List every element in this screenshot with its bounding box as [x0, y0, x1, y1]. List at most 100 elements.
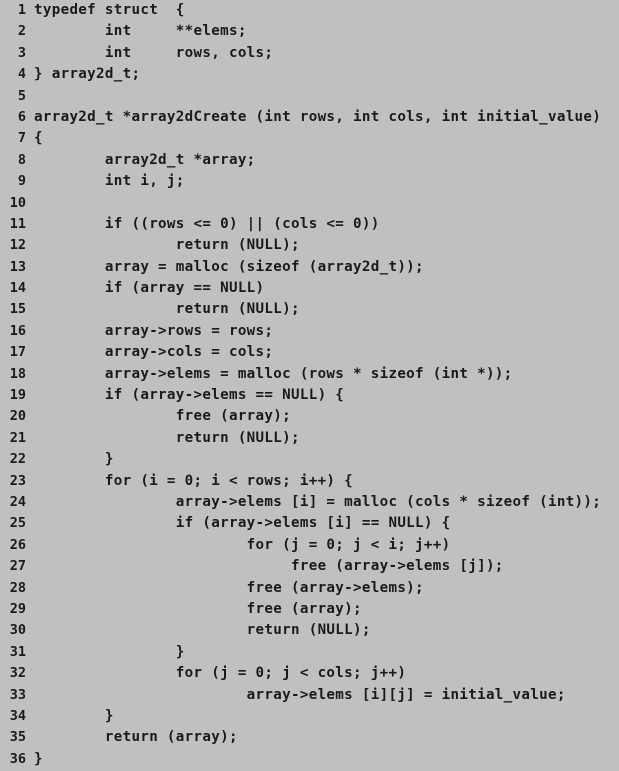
code-line: 3 int rows, cols; [0, 43, 619, 64]
code-line: 21 return (NULL); [0, 428, 619, 449]
code-line: 29 free (array); [0, 599, 619, 620]
code-listing: 1 typedef struct {2 int **elems; 3 int row… [0, 0, 619, 771]
line-text: array->rows = rows; [34, 322, 274, 339]
line-text: return (NULL); [34, 622, 371, 639]
code-line: 25 if (array->elems [i] == NULL) { [0, 513, 619, 534]
line-number: 18 [9, 365, 26, 382]
line-text: array = malloc (sizeof (array2d_t)); [34, 258, 424, 275]
line-number: 14 [9, 280, 26, 297]
line-text: return (NULL); [34, 237, 300, 254]
line-text: typedef struct { [34, 2, 185, 18]
line-text: for (i = 0; i < rows; i++) { [34, 472, 354, 489]
code-line: 6 array2d_t *array2dCreate (int rows, int… [0, 107, 619, 128]
line-text: if (array == NULL) [34, 280, 265, 297]
code-line: 30 return (NULL); [0, 620, 619, 641]
line-text: array->elems = malloc (rows * sizeof (in… [34, 365, 513, 382]
code-line: 7{ [0, 128, 619, 149]
line-text: int **elems; [34, 23, 247, 40]
line-text: int rows, cols; [34, 44, 274, 61]
line-number: 27 [9, 558, 26, 575]
code-line: 1 typedef struct { [0, 0, 619, 21]
line-number: 24 [9, 493, 26, 510]
line-text: int i, j; [34, 173, 185, 190]
line-number: 23 [9, 472, 26, 489]
line-number: 2 [17, 23, 26, 40]
line-text: } array2d_t; [34, 66, 141, 83]
code-line: 24 array->elems [i] = malloc (cols * siz… [0, 492, 619, 513]
line-number: 13 [9, 258, 26, 275]
code-line: 17 array->cols = cols; [0, 342, 619, 363]
line-text: array->elems [i][j] = initial_value; [34, 686, 566, 703]
code-line: 26 for (j = 0; j < i; j++) [0, 535, 619, 556]
line-text: array->cols = cols; [34, 344, 274, 361]
line-number: 12 [9, 237, 26, 254]
line-number: 1 [17, 2, 26, 18]
line-number: 25 [9, 515, 26, 532]
line-text: free (array->elems); [34, 579, 424, 596]
code-line: 31 } [0, 642, 619, 663]
line-text: array2d_t *array2dCreate (int rows, int … [34, 108, 602, 125]
line-text: return (array); [34, 729, 238, 746]
line-text: } [34, 707, 114, 724]
code-line: 22 } [0, 449, 619, 470]
code-line: 12 return (NULL); [0, 235, 619, 256]
line-number: 5 [17, 87, 26, 104]
line-text: if (array->elems == NULL) { [34, 387, 345, 404]
line-number: 10 [9, 194, 26, 211]
line-text: free (array); [34, 408, 291, 425]
line-number: 30 [9, 622, 26, 639]
line-text: array->elems [i] = malloc (cols * sizeof… [34, 493, 602, 510]
line-number: 35 [9, 729, 26, 746]
code-line: 34 } [0, 706, 619, 727]
code-line: 2 int **elems; [0, 21, 619, 42]
line-text: for (j = 0; j < i; j++) [34, 536, 451, 553]
line-number: 8 [17, 151, 26, 168]
code-line: 14 if (array == NULL) [0, 278, 619, 299]
code-line: 20 free (array); [0, 406, 619, 427]
line-text: if ((rows <= 0) || (cols <= 0)) [34, 215, 380, 232]
line-number: 21 [9, 429, 26, 446]
line-number: 3 [17, 44, 26, 61]
line-text: for (j = 0; j < cols; j++) [34, 665, 407, 682]
code-line: 18 array->elems = malloc (rows * sizeof … [0, 364, 619, 385]
line-number: 33 [9, 686, 26, 703]
line-number: 31 [9, 643, 26, 660]
code-line: 11 if ((rows <= 0) || (cols <= 0)) [0, 214, 619, 235]
code-line: 32 for (j = 0; j < cols; j++) [0, 663, 619, 684]
code-line: 33 array->elems [i][j] = initial_value; [0, 685, 619, 706]
code-line: 35 return (array); [0, 727, 619, 748]
code-line: 13 array = malloc (sizeof (array2d_t)); [0, 257, 619, 278]
line-text: array2d_t *array; [34, 151, 256, 168]
line-number: 19 [9, 387, 26, 404]
code-line: 16 array->rows = rows; [0, 321, 619, 342]
line-number: 17 [9, 344, 26, 361]
line-number: 28 [9, 579, 26, 596]
line-number: 22 [9, 451, 26, 468]
code-line: 27 free (array->elems [j]); [0, 556, 619, 577]
code-line: 28 free (array->elems); [0, 578, 619, 599]
code-line: 4 } array2d_t; [0, 64, 619, 85]
line-number: 16 [9, 322, 26, 339]
line-text: return (NULL); [34, 301, 300, 318]
line-text: free (array); [34, 600, 362, 617]
line-text: } [34, 643, 185, 660]
line-number: 6 [17, 108, 26, 125]
line-text: if (array->elems [i] == NULL) { [34, 515, 451, 532]
code-line: 10 [0, 193, 619, 214]
code-line: 15 return (NULL); [0, 299, 619, 320]
line-text: } [34, 451, 114, 468]
line-number: 7 [17, 130, 26, 147]
line-number: 20 [9, 408, 26, 425]
line-number: 36 [9, 750, 26, 767]
code-line: 23 for (i = 0; i < rows; i++) { [0, 471, 619, 492]
line-text: } [34, 750, 43, 767]
code-line: 8 array2d_t *array; [0, 150, 619, 171]
line-number: 29 [9, 600, 26, 617]
line-text: { [34, 130, 43, 147]
line-text: return (NULL); [34, 429, 300, 446]
line-number: 34 [9, 707, 26, 724]
line-number: 15 [9, 301, 26, 318]
line-number: 4 [17, 66, 26, 83]
code-line: 5 [0, 86, 619, 107]
code-line: 36} [0, 749, 619, 770]
